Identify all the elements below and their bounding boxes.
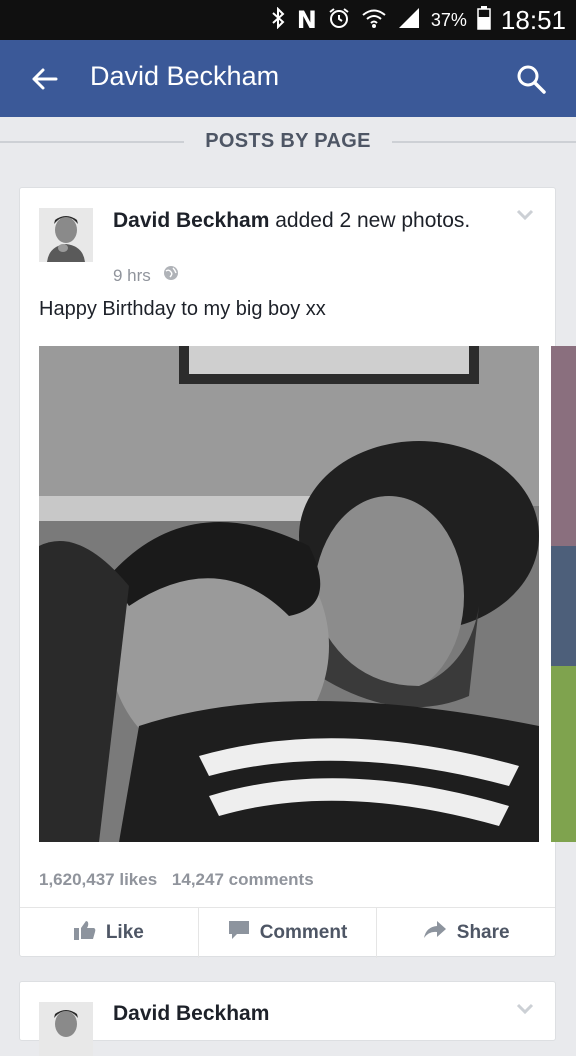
bluetooth-icon: [271, 6, 287, 34]
post-actions: Like Comment Share: [20, 907, 555, 958]
signal-icon: [397, 7, 421, 34]
section-header: POSTS BY PAGE: [0, 117, 576, 173]
like-count[interactable]: 1,620,437 likes: [39, 870, 157, 889]
next-post-card: David Beckham: [19, 981, 556, 1056]
share-arrow-icon: [423, 920, 447, 946]
thumbs-up-icon: [73, 920, 96, 946]
share-label: Share: [456, 922, 510, 943]
status-icons: N 37% 18:51: [271, 0, 566, 40]
author-name[interactable]: David Beckham: [113, 209, 269, 232]
comment-icon: [228, 920, 250, 946]
author-name[interactable]: David Beckham: [113, 1002, 269, 1026]
like-label: Like: [105, 922, 144, 943]
battery-icon: [477, 5, 491, 35]
search-icon[interactable]: [514, 62, 548, 96]
avatar[interactable]: [39, 1002, 93, 1056]
page-title: David Beckham: [90, 61, 280, 91]
post-header: David Beckham added 2 new photos.: [113, 206, 493, 235]
comment-button[interactable]: Comment: [199, 908, 378, 958]
comment-label: Comment: [259, 922, 348, 943]
post-photo[interactable]: [39, 346, 539, 842]
avatar[interactable]: [39, 208, 93, 262]
chevron-down-icon[interactable]: [515, 208, 535, 222]
status-bar: N 37% 18:51: [0, 0, 576, 40]
post-meta: 9 hrs: [113, 265, 179, 286]
globe-icon: [163, 265, 179, 286]
post-card: David Beckham added 2 new photos. 9 hrs …: [19, 187, 576, 958]
post-stats: 1,620,437 likes 14,247 comments: [39, 870, 324, 890]
next-photo-preview[interactable]: [551, 346, 576, 842]
comment-count[interactable]: 14,247 comments: [172, 870, 314, 889]
like-button[interactable]: Like: [20, 908, 199, 958]
chevron-down-icon[interactable]: [515, 1002, 535, 1016]
post-time[interactable]: 9 hrs: [113, 266, 151, 286]
share-button[interactable]: Share: [377, 908, 555, 958]
wifi-icon: [361, 7, 387, 34]
alarm-icon: [327, 6, 351, 35]
clock: 18:51: [500, 4, 566, 35]
divider-right: [392, 141, 576, 143]
post-text: Happy Birthday to my big boy xx: [39, 298, 326, 320]
post-action: added 2 new photos.: [269, 209, 471, 232]
back-arrow-icon[interactable]: [28, 62, 62, 96]
nfc-icon: N: [296, 6, 317, 34]
battery-percent: 37%: [430, 9, 467, 30]
app-bar: David Beckham: [0, 40, 576, 117]
